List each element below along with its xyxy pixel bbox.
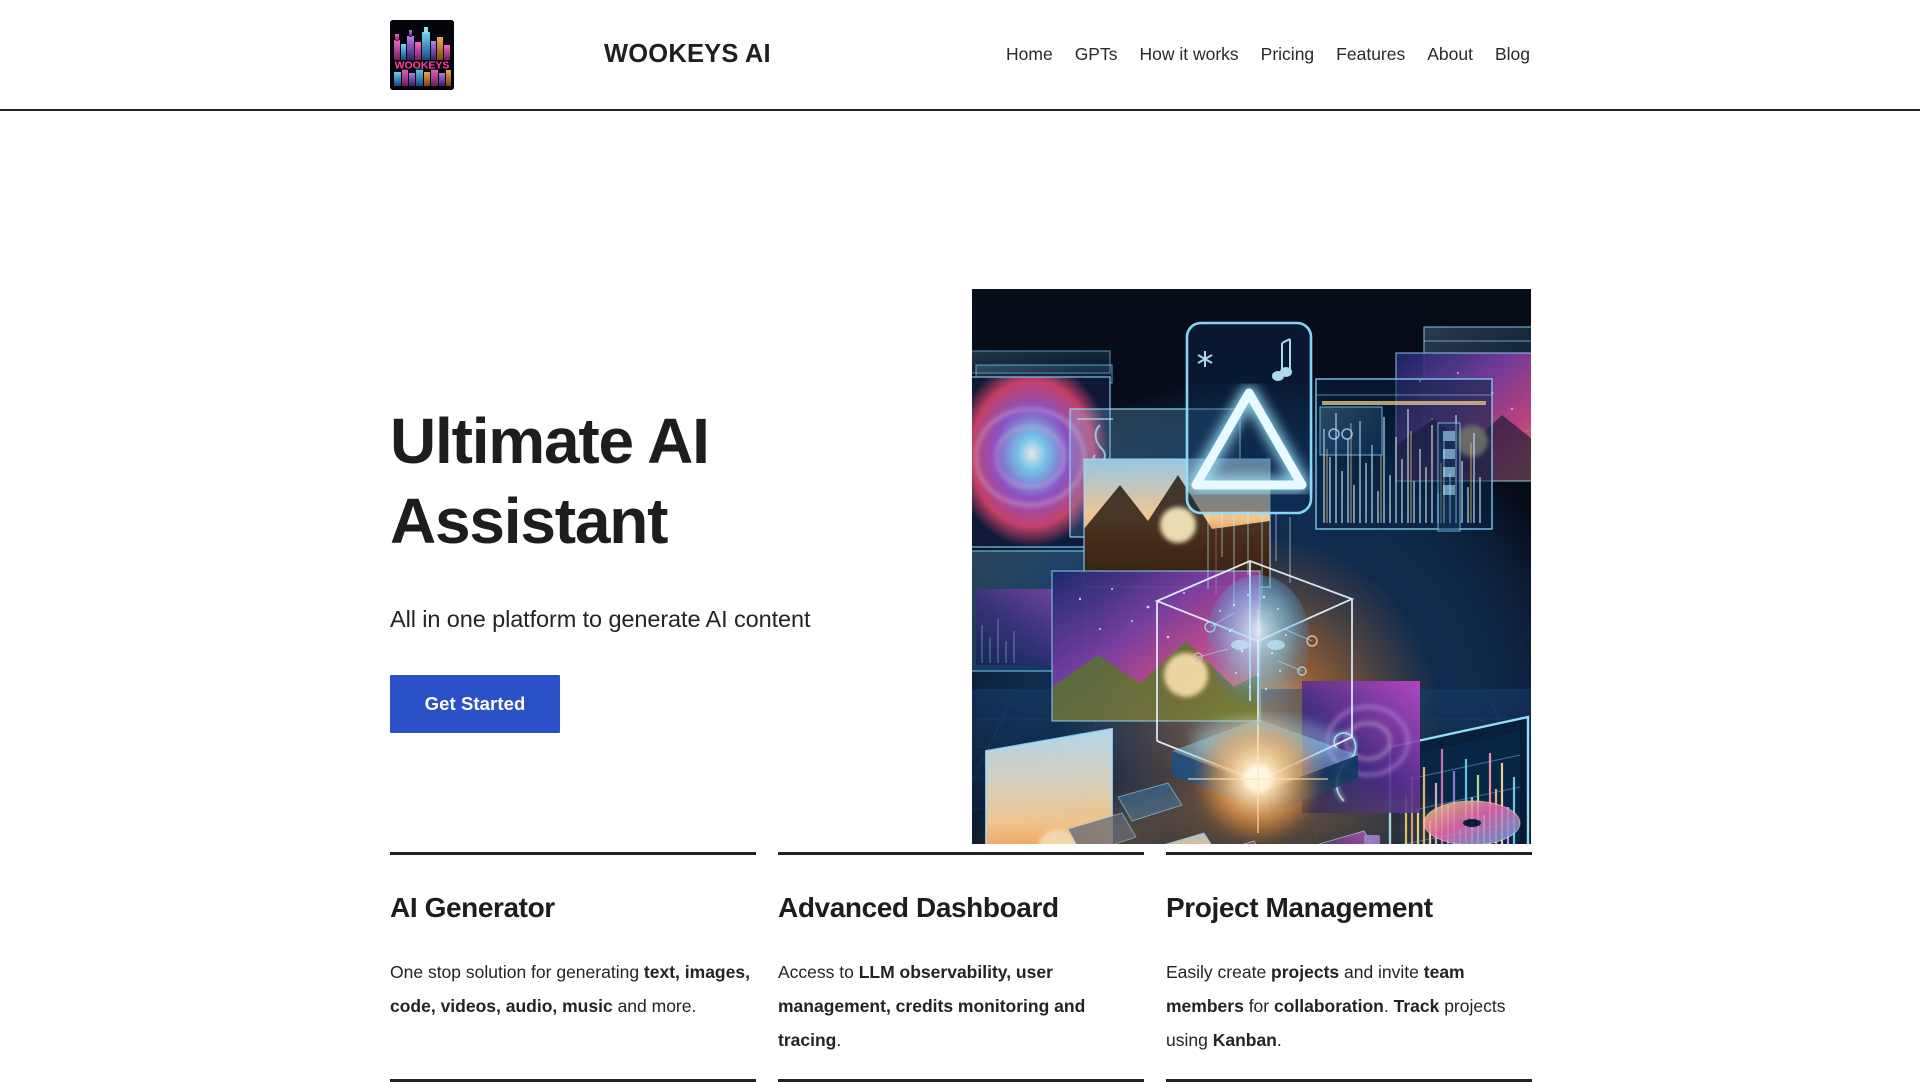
feature-title: Advanced Dashboard — [778, 892, 1059, 923]
nav-link-gpts[interactable]: GPTs — [1064, 44, 1129, 65]
feature-title: Project Management — [1166, 892, 1433, 923]
nav-link-about[interactable]: About — [1416, 44, 1484, 65]
logo-wordmark: WOOKEYS — [395, 59, 450, 71]
feature-card-advanced-dashboard: Advanced Dashboard Access to LLM observa… — [778, 852, 1144, 1082]
hero-copy: Ultimate AI Assistant All in one platfor… — [390, 401, 950, 733]
feature-body: Access to LLM observability, user manage… — [778, 962, 1086, 1050]
hero-section: Ultimate AI Assistant All in one platfor… — [0, 111, 1920, 844]
hero-illustration — [972, 289, 1531, 844]
main-navigation: Home GPTs How it works Pricing Features … — [995, 0, 1530, 109]
get-started-button[interactable]: Get Started — [390, 675, 560, 733]
nav-link-how-it-works[interactable]: How it works — [1128, 44, 1249, 65]
feature-card-ai-generator: AI Generator One stop solution for gener… — [390, 852, 756, 1082]
site-header: WOOKEYS WOOKEYS AI Home GPTs How it work… — [0, 0, 1920, 111]
nav-link-pricing[interactable]: Pricing — [1250, 44, 1326, 65]
features-section: AI Generator One stop solution for gener… — [390, 852, 1532, 1082]
feature-body: One stop solution for generating text, i… — [390, 962, 750, 1016]
nav-link-blog[interactable]: Blog — [1484, 44, 1530, 65]
hero-title: Ultimate AI Assistant — [390, 405, 710, 557]
feature-body: Easily create projects and invite team m… — [1166, 962, 1506, 1050]
feature-card-project-management: Project Management Easily create project… — [1166, 852, 1532, 1082]
brand-logo-image[interactable]: WOOKEYS — [390, 20, 454, 90]
hero-subtitle: All in one platform to generate AI conte… — [390, 606, 811, 632]
nav-link-home[interactable]: Home — [995, 44, 1064, 65]
brand-title: WOOKEYS AI — [604, 40, 771, 68]
feature-title: AI Generator — [390, 892, 555, 923]
nav-link-features[interactable]: Features — [1325, 44, 1416, 65]
